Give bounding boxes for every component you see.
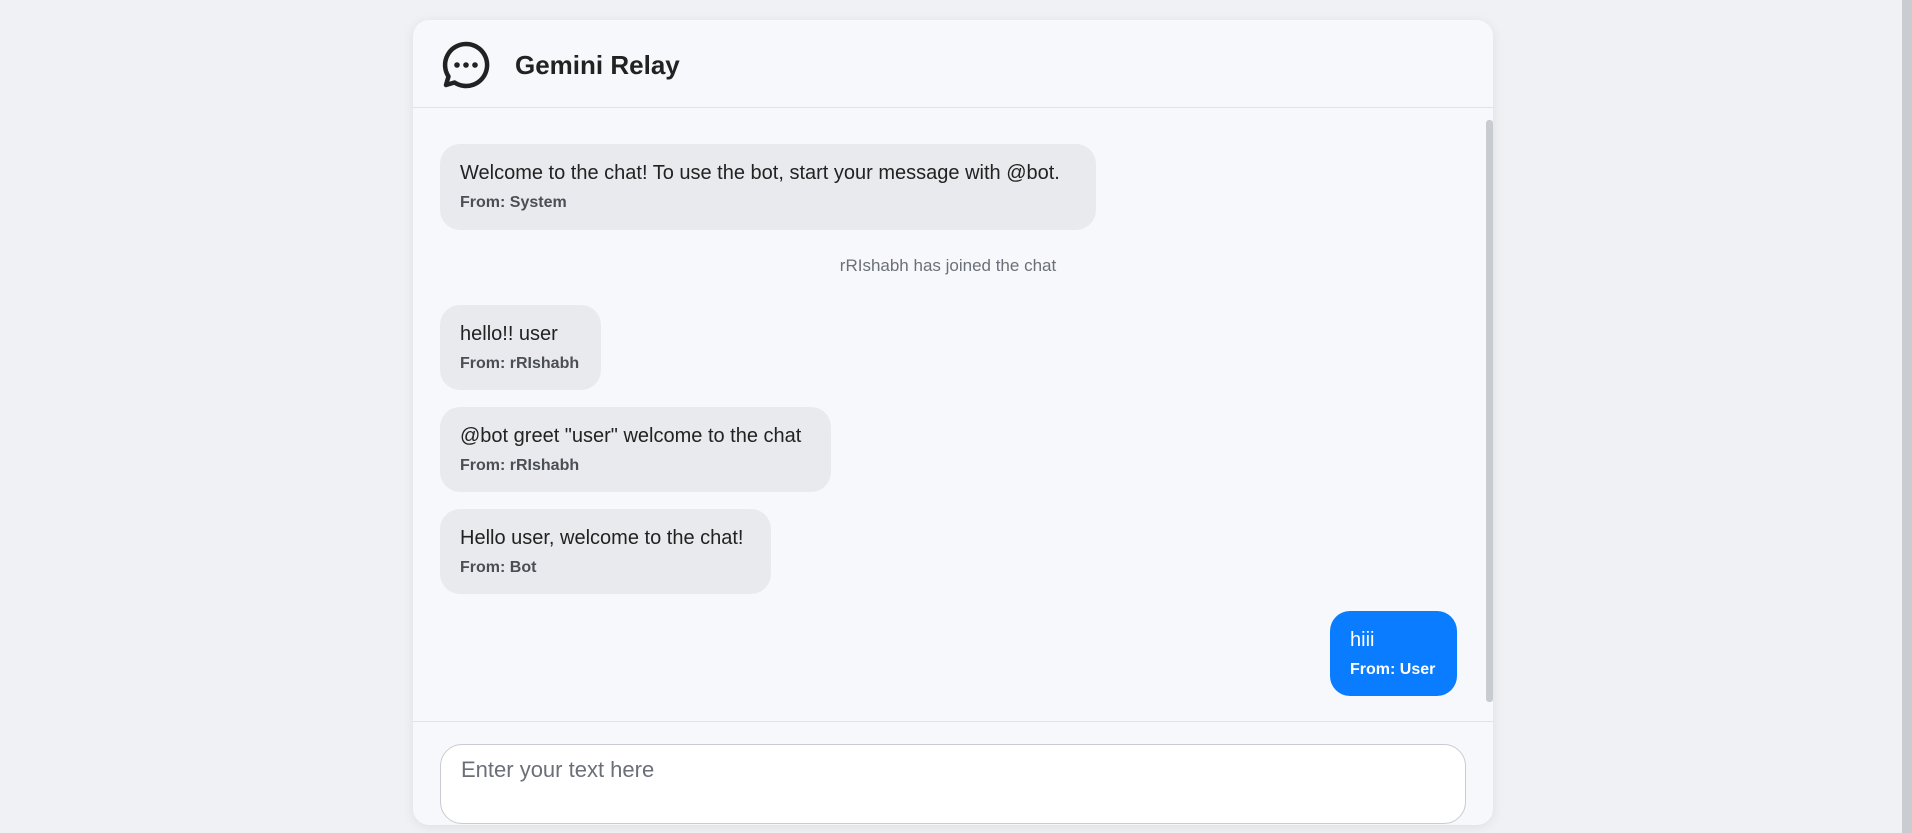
message-text: hiii (1350, 629, 1375, 651)
message-input[interactable] (440, 744, 1466, 824)
message-list[interactable]: Welcome to the chat! To use the bot, sta… (413, 108, 1493, 722)
chat-bubble-icon (442, 41, 490, 89)
message-bubble-bot: Hello user, welcome to the chat! From: B… (440, 509, 771, 594)
message-bubble-own: hiii From: User (1330, 611, 1457, 696)
message-bubble-system: Welcome to the chat! To use the bot, sta… (440, 144, 1096, 230)
message-bubble: hello!! user From: rRIshabh (440, 305, 601, 390)
scrollbar-thumb[interactable] (1486, 120, 1493, 702)
message-text: Welcome to the chat! To use the bot, sta… (460, 162, 1060, 184)
message-sender: From: rRIshabh (460, 457, 580, 474)
message-text: hello!! user (460, 323, 558, 345)
join-notice: rRIshabh has joined the chat (839, 256, 1057, 275)
message-sender: From: System (460, 194, 567, 211)
composer (413, 722, 1493, 825)
message-bubble: @bot greet "user" welcome to the chat Fr… (440, 407, 831, 492)
chat-window: Gemini Relay Welcome to the chat! To use… (413, 20, 1493, 825)
message-sender: From: Bot (460, 559, 537, 576)
message-sender: From: rRIshabh (460, 355, 580, 372)
window-edge (1902, 0, 1912, 833)
message-sender: From: User (1350, 661, 1436, 678)
app-title: Gemini Relay (515, 50, 680, 80)
chat-header: Gemini Relay (413, 20, 1493, 108)
message-scrollbar[interactable] (1483, 108, 1493, 722)
message-text: Hello user, welcome to the chat! (460, 527, 744, 549)
message-text: @bot greet "user" welcome to the chat (460, 425, 802, 447)
